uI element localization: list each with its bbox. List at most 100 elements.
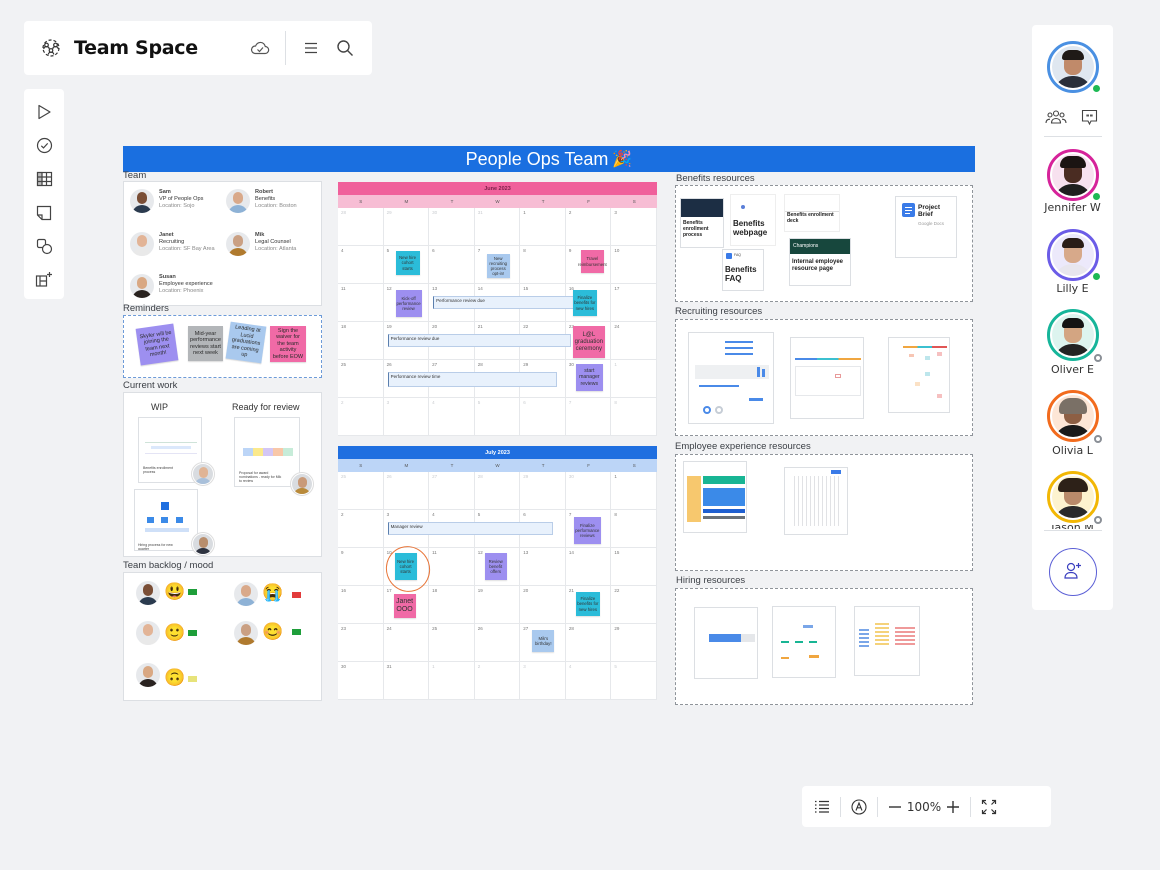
mood-emoji[interactable]: 😭 [262, 583, 283, 603]
calendar-day-cell[interactable]: 24 [383, 624, 430, 662]
calendar-event-bar[interactable]: Performance review due [387, 334, 571, 347]
collaborator-avatar[interactable] [1046, 229, 1101, 281]
calendar-day-cell[interactable]: 30 [429, 208, 475, 246]
menu-icon[interactable] [298, 35, 324, 61]
collaborator-avatar[interactable] [1046, 390, 1102, 443]
calendar-day-cell[interactable]: 22 [611, 586, 657, 624]
calendar-sticky-note[interactable]: Review benefit offers [484, 553, 507, 580]
resource-thumbnail[interactable] [784, 467, 848, 535]
add-user-button[interactable] [1048, 548, 1097, 596]
calendar-day-cell[interactable]: 25 [338, 472, 384, 510]
current-user-avatar[interactable] [1046, 41, 1101, 93]
calendar-day-cell[interactable]: 26 [383, 472, 430, 510]
table-tool[interactable] [29, 165, 59, 199]
collaborator-avatar[interactable] [1046, 309, 1102, 362]
calendar-day-cell[interactable]: 26 [474, 624, 521, 662]
resource-card[interactable]: Benefits enrollment process [680, 198, 724, 248]
reminder-sticky[interactable]: Mid-year performance reviews start next … [188, 326, 223, 361]
resource-thumbnail[interactable] [790, 337, 864, 419]
resource-card[interactable]: Project Brief Google Docs [895, 196, 957, 258]
resource-thumbnail[interactable] [772, 606, 836, 678]
resource-card[interactable]: Benefits enrollment deck [784, 194, 840, 232]
calendar-day-cell[interactable]: 2 [338, 398, 384, 436]
calendar-sticky-note[interactable]: L@L graduation ceremony [572, 326, 605, 358]
resource-thumbnail[interactable] [683, 461, 747, 533]
calendar-day-cell[interactable]: 8 [611, 398, 657, 436]
calendar-event-bar[interactable]: Performance review time [387, 372, 558, 387]
mood-emoji[interactable]: 🙃 [164, 668, 185, 688]
calendar-sticky-note[interactable]: Kick-off performance review [395, 290, 422, 317]
collaborator-avatar[interactable] [1046, 149, 1101, 201]
calendar-day-cell[interactable]: 1 [611, 472, 657, 510]
search-icon[interactable] [332, 35, 358, 61]
team-member[interactable]: Janet Recruiting Location: SF Bay Area [130, 232, 215, 256]
calendar-day-cell[interactable]: 3 [520, 662, 566, 700]
calendar-day-cell[interactable]: 4 [429, 398, 475, 436]
mood-emoji[interactable]: 😊 [262, 622, 283, 642]
task-tool[interactable] [29, 132, 59, 166]
calendar-sticky-note[interactable]: New hire cohort starts [395, 251, 420, 275]
calendar-day-cell[interactable]: 29 [520, 472, 566, 510]
calendar-day-cell[interactable]: 2 [565, 208, 612, 246]
calendar-day-cell[interactable]: 15 [611, 548, 657, 586]
select-tool[interactable] [29, 98, 59, 132]
outline-icon[interactable] [814, 793, 830, 821]
calendar-day-cell[interactable]: 2 [474, 662, 521, 700]
work-item-card[interactable]: Proposal for award nominations - ready f… [234, 417, 300, 487]
team-member[interactable]: Susan Employee experience Location: Phoeni… [130, 274, 213, 298]
resource-card[interactable]: Benefits webpage [730, 194, 776, 246]
calendar-day-cell[interactable]: 29 [383, 208, 430, 246]
calendar-day-cell[interactable]: 9 [338, 548, 384, 586]
calendar-day-cell[interactable]: 19 [474, 586, 521, 624]
resource-thumbnail[interactable] [694, 607, 758, 679]
zoom-out-icon[interactable] [888, 793, 902, 821]
calendar-day-cell[interactable]: 13 [520, 548, 566, 586]
resource-card[interactable]: FAQ Benefits FAQ [722, 249, 764, 291]
calendar-sticky-note[interactable]: start manager reviews [575, 364, 603, 391]
calendar-day-cell[interactable]: 16 [338, 586, 384, 624]
reminder-sticky[interactable]: Skyler will be joining the team next mon… [135, 323, 179, 366]
calendar-sticky-note[interactable]: Mik's birthday! [532, 630, 555, 652]
space-title[interactable]: Team Space [74, 37, 198, 59]
calendar-day-cell[interactable]: 18 [338, 322, 384, 360]
calendar-day-cell[interactable]: 31 [474, 208, 521, 246]
cloud-saved-icon[interactable] [247, 35, 273, 61]
calendar-day-cell[interactable]: 1 [520, 208, 566, 246]
resource-thumbnail[interactable] [888, 337, 950, 413]
calendar-day-cell[interactable]: 25 [338, 360, 384, 398]
reminder-sticky[interactable]: Sign the waiver for the team activity be… [270, 326, 306, 362]
calendar-day-cell[interactable]: 20 [520, 586, 566, 624]
calendar-day-cell[interactable]: 6 [520, 398, 566, 436]
calendar-day-cell[interactable]: 28 [565, 624, 612, 662]
calendar-day-cell[interactable]: 11 [429, 548, 475, 586]
calendar-event-bar[interactable]: Manager review [387, 522, 553, 535]
calendar-day-cell[interactable]: 1 [611, 360, 657, 398]
calendar-sticky-note[interactable]: Janet OOO [393, 594, 416, 618]
zoom-level[interactable]: 100% [902, 800, 946, 814]
collaborator-avatar[interactable] [1046, 471, 1102, 524]
calendar-day-cell[interactable]: 23 [338, 624, 384, 662]
calendar-day-cell[interactable]: 4 [338, 246, 384, 284]
shapes-tool[interactable] [29, 232, 59, 266]
calendar-day-cell[interactable]: 11 [338, 284, 384, 322]
team-member[interactable]: Mik Legal Counsel Location: Atlanta [226, 232, 296, 256]
fullscreen-icon[interactable] [981, 793, 997, 821]
accessibility-icon[interactable] [851, 793, 867, 821]
calendar-day-cell[interactable]: 30 [338, 662, 384, 700]
team-icon[interactable] [1044, 107, 1067, 127]
calendar-day-cell[interactable]: 4 [565, 662, 612, 700]
team-space-icon[interactable] [40, 37, 62, 59]
calendar-day-cell[interactable]: 10 [611, 246, 657, 284]
resource-thumbnail[interactable] [854, 606, 920, 676]
calendar-sticky-note[interactable]: Finalize performance reviews [573, 517, 601, 544]
calendar-day-cell[interactable]: 8 [611, 510, 657, 548]
calendar-day-cell[interactable]: 31 [383, 662, 430, 700]
calendar-day-cell[interactable]: 28 [338, 208, 384, 246]
work-item-card[interactable]: Hiring process for new quarter [134, 489, 198, 551]
calendar-day-cell[interactable]: 3 [383, 398, 430, 436]
mood-emoji[interactable]: 😃 [164, 582, 185, 602]
calendar-day-cell[interactable]: 28 [474, 472, 521, 510]
calendar-day-cell[interactable]: 17 [611, 284, 657, 322]
mood-emoji[interactable]: 🙂 [164, 623, 185, 643]
calendar-day-cell[interactable]: 7 [565, 398, 612, 436]
